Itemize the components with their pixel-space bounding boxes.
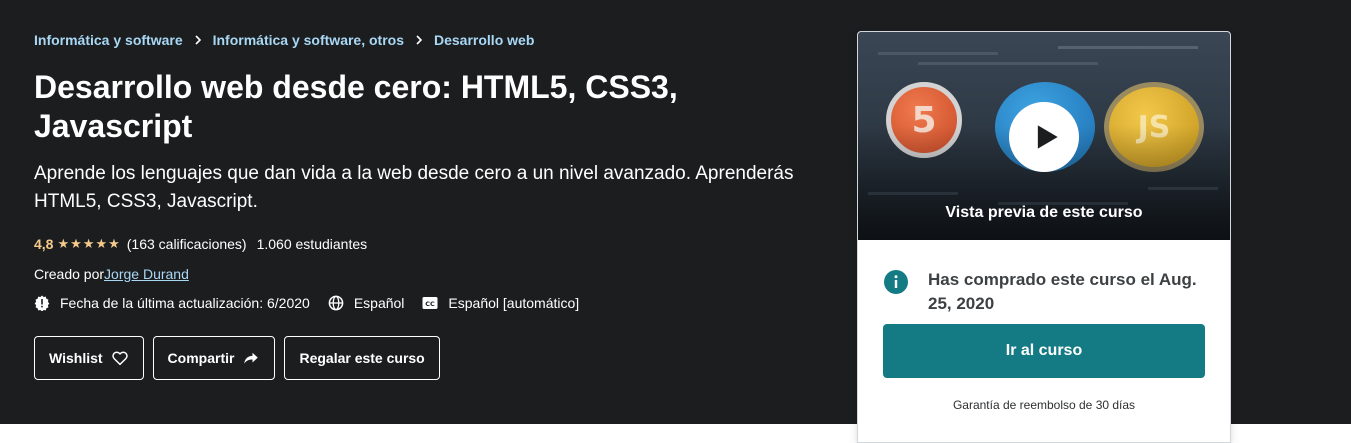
captions-text: Español [automático] (448, 295, 580, 311)
course-actions: Wishlist Compartir Regalar este curso (34, 336, 449, 380)
breadcrumb: Informática y software Informática y sof… (34, 32, 534, 48)
share-arrow-icon (244, 352, 259, 364)
students-count: 1.060 estudiantes (256, 236, 368, 252)
gift-course-button[interactable]: Regalar este curso (284, 336, 440, 380)
play-button[interactable] (1009, 102, 1079, 172)
update-badge-icon (34, 295, 50, 311)
star-icon: ★ (95, 236, 108, 251)
language: Español (328, 295, 405, 311)
gift-label: Regalar este curso (299, 350, 425, 366)
course-title: Desarrollo web desde cero: HTML5, CSS3, … (34, 69, 678, 144)
breadcrumb-item-desarrollo-web[interactable]: Desarrollo web (434, 32, 534, 48)
globe-icon (328, 295, 344, 311)
star-icon: ★ (57, 236, 70, 251)
last-updated: Fecha de la última actualización: 6/2020 (34, 295, 310, 311)
rating-value: 4,8 (34, 236, 54, 252)
rating-row: 4,8 ★ ★ ★ ★ ★ (163 calificaciones) 1.060… (34, 236, 367, 252)
preview-label: Vista previa de este curso (945, 204, 1143, 221)
star-icon: ★ (82, 236, 95, 251)
breadcrumb-item-informatica-otros[interactable]: Informática y software, otros (213, 32, 404, 48)
share-button[interactable]: Compartir (152, 336, 276, 380)
course-subtitle: Aprende los lenguajes que dan vida a la … (34, 163, 794, 212)
heart-icon (111, 351, 128, 366)
chevron-right-icon (414, 35, 424, 45)
star-icon: ★ (108, 236, 120, 251)
creator-link[interactable]: Jorge Durand (104, 266, 189, 282)
refund-guarantee: Garantía de reembolso de 30 días (952, 398, 1136, 412)
meta-row: Fecha de la última actualización: 6/2020… (34, 295, 597, 311)
wishlist-button[interactable]: Wishlist (34, 336, 144, 380)
ratings-count[interactable]: (163 calificaciones) (127, 236, 247, 252)
share-label: Compartir (167, 350, 235, 366)
language-text: Español (353, 295, 405, 311)
creator-label: Creado por (34, 266, 105, 282)
play-icon (1037, 125, 1058, 149)
creator-row: Creado porJorge Durand (34, 266, 189, 282)
star-rating: ★ ★ ★ ★ ★ (57, 237, 120, 251)
course-preview[interactable]: 5 JS Vista previa de este curso (858, 32, 1230, 240)
star-icon: ★ (70, 236, 82, 251)
go-to-course-button[interactable]: Ir al curso (883, 324, 1205, 378)
wishlist-label: Wishlist (49, 350, 103, 366)
info-icon (884, 270, 908, 294)
breadcrumb-item-informatica-software[interactable]: Informática y software (34, 32, 183, 48)
closed-captions-icon: CC (422, 297, 438, 309)
purchased-notice: Has comprado este curso el Aug. 25, 2020 (884, 268, 1214, 316)
purchased-text: Has comprado este curso el Aug. 25, 2020 (928, 270, 1197, 313)
svg-text:CC: CC (426, 300, 436, 308)
purchase-card: 5 JS Vista previa de este curso Has comp… (857, 31, 1231, 443)
chevron-right-icon (193, 35, 203, 45)
last-updated-text: Fecha de la última actualización: 6/2020 (60, 295, 310, 311)
captions: CC Español [automático] (422, 295, 579, 311)
